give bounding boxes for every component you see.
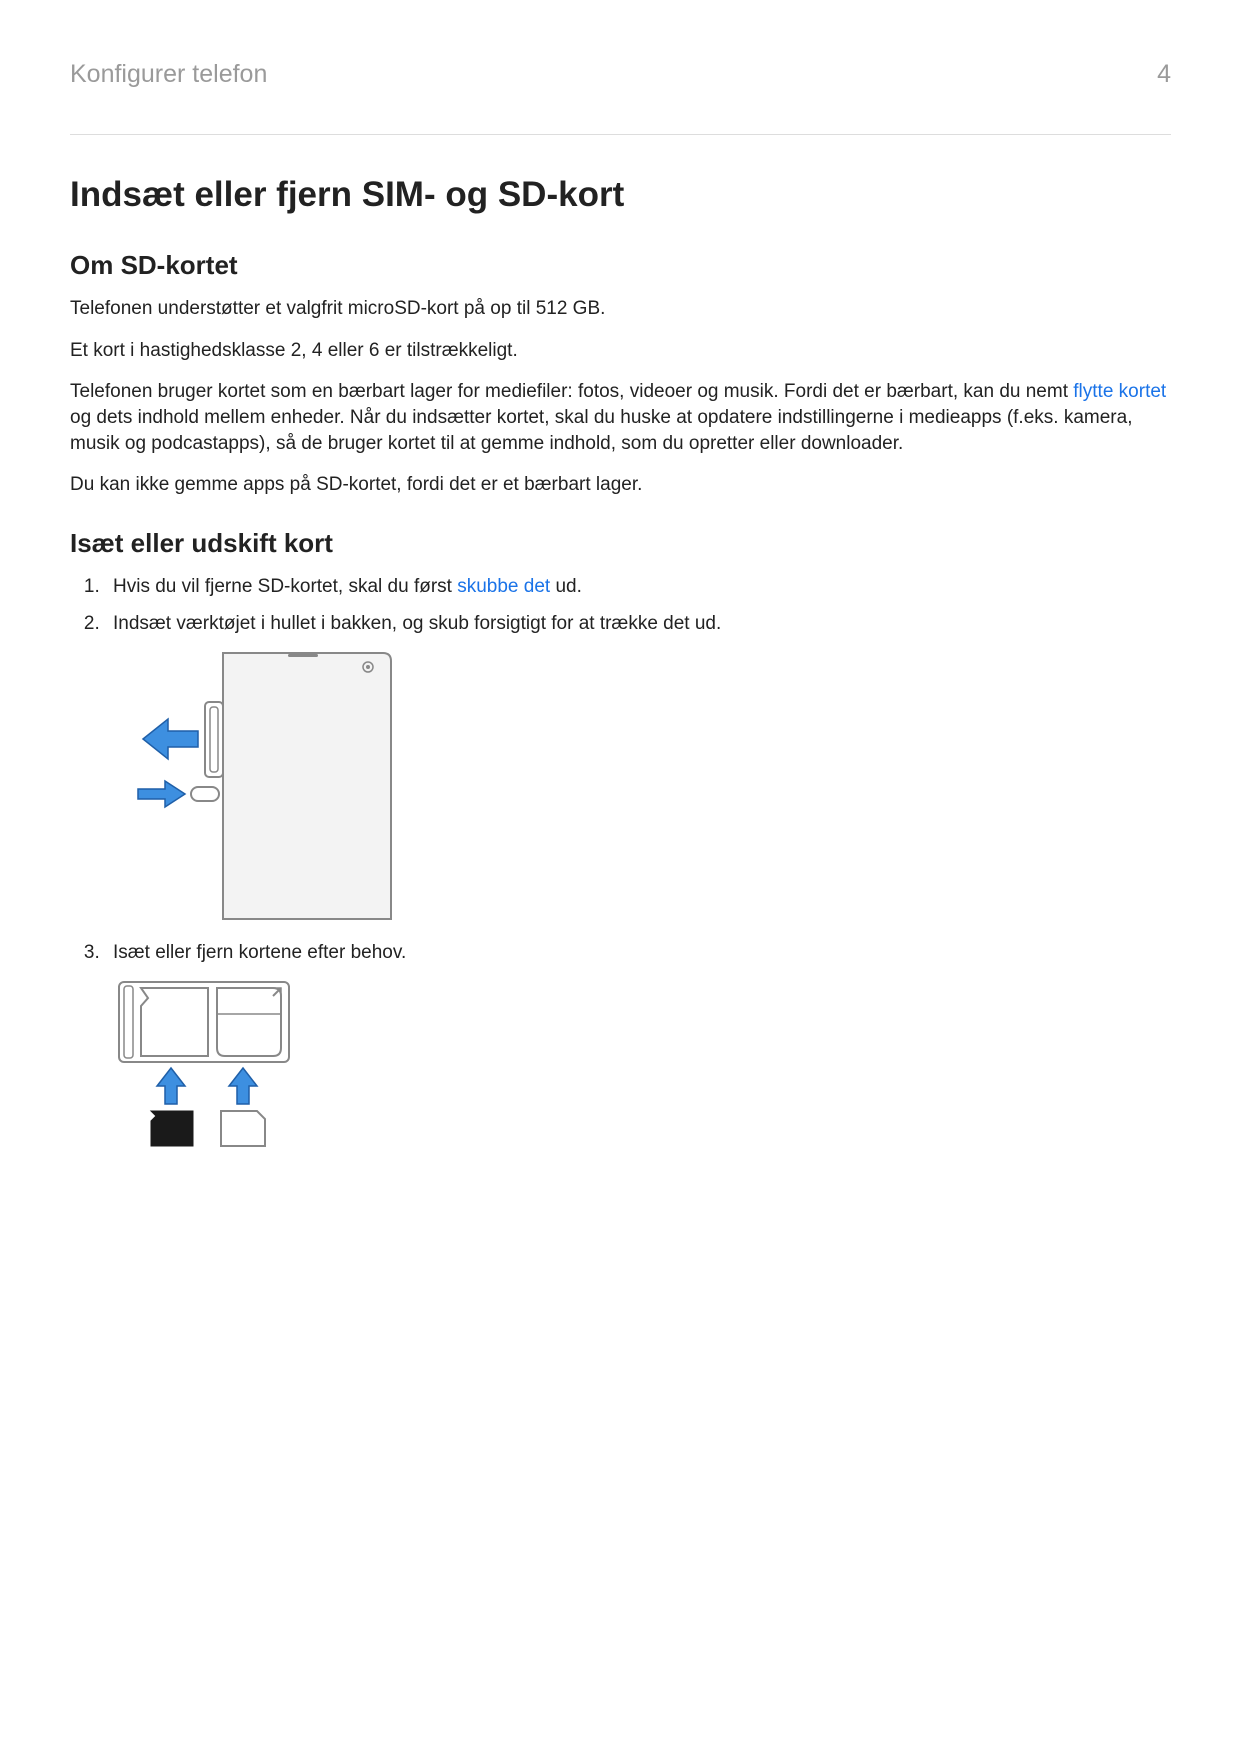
section-heading-about-sd: Om SD-kortet bbox=[70, 250, 1171, 281]
list-item: Hvis du vil fjerne SD-kortet, skal du fø… bbox=[105, 574, 1171, 600]
text: Isæt eller fjern kortene efter behov. bbox=[113, 942, 406, 963]
arrow-up-icon bbox=[229, 1068, 257, 1104]
page-title: Indsæt eller fjern SIM- og SD-kort bbox=[70, 175, 1171, 215]
page-header: Konfigurer telefon 4 bbox=[70, 60, 1171, 135]
arrow-right-icon bbox=[138, 781, 185, 807]
list-item: Isæt eller fjern kortene efter behov. bbox=[105, 940, 1171, 1151]
move-card-link[interactable]: flytte kortet bbox=[1073, 381, 1166, 402]
text: og dets indhold mellem enheder. Når du i… bbox=[70, 407, 1132, 454]
text: Telefonen bruger kortet som en bærbart l… bbox=[70, 381, 1073, 402]
arrow-left-icon bbox=[143, 719, 198, 759]
steps-list: Hvis du vil fjerne SD-kortet, skal du fø… bbox=[70, 574, 1171, 1151]
paragraph: Telefonen bruger kortet som en bærbart l… bbox=[70, 379, 1171, 456]
paragraph: Telefonen understøtter et valgfrit micro… bbox=[70, 296, 1171, 322]
paragraph: Du kan ikke gemme apps på SD-kortet, for… bbox=[70, 472, 1171, 498]
text: Hvis du vil fjerne SD-kortet, skal du fø… bbox=[113, 576, 457, 597]
arrow-up-icon bbox=[157, 1068, 185, 1104]
insert-cards-illustration bbox=[113, 976, 1171, 1151]
page-content: Konfigurer telefon 4 Indsæt eller fjern … bbox=[0, 0, 1241, 1151]
eject-tray-illustration bbox=[113, 647, 1171, 922]
text: ud. bbox=[550, 576, 582, 597]
paragraph: Et kort i hastighedsklasse 2, 4 eller 6 … bbox=[70, 338, 1171, 364]
page-number: 4 bbox=[1157, 60, 1171, 89]
breadcrumb: Konfigurer telefon bbox=[70, 60, 267, 89]
text: Indsæt værktøjet i hullet i bakken, og s… bbox=[113, 613, 721, 634]
eject-link[interactable]: skubbe det bbox=[457, 576, 550, 597]
section-heading-insert-replace: Isæt eller udskift kort bbox=[70, 528, 1171, 559]
list-item: Indsæt værktøjet i hullet i bakken, og s… bbox=[105, 611, 1171, 922]
